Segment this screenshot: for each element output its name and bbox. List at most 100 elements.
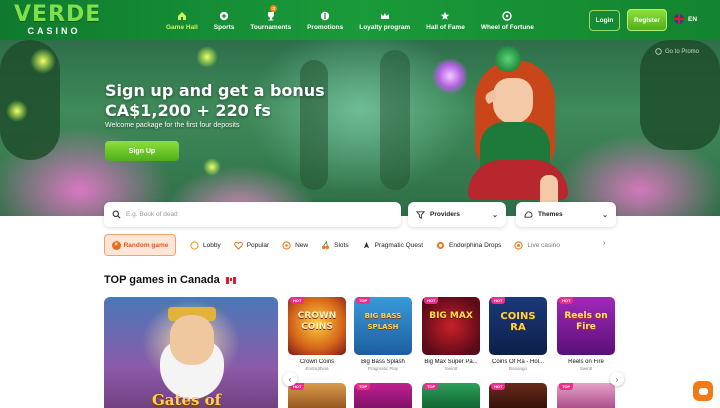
hot-badge: HOT	[559, 297, 574, 304]
nav-label: Wheel of Fortune	[480, 24, 534, 31]
featured-game-title: Gates of	[152, 391, 222, 408]
carousel-prev-button[interactable]: ‹	[283, 372, 297, 386]
game-thumbnail: TOP BIG BASS SPLASH	[354, 297, 412, 355]
category-popular[interactable]: Popular	[233, 241, 270, 250]
sign-up-button[interactable]: Sign Up	[105, 141, 179, 161]
logo-subtitle: CASINO	[27, 26, 81, 36]
gift-icon	[320, 11, 330, 21]
lantern-glow	[30, 48, 56, 74]
game-name: Big Max Super Pa...	[424, 359, 478, 365]
category-lobby[interactable]: Lobby	[190, 240, 221, 250]
game-tile[interactable]: HOT COINS RA Coins Of Ra - Hol... Booong…	[489, 297, 547, 371]
game-tile[interactable]: HOT BIG MAX Big Max Super Pa... Swintt	[422, 297, 480, 371]
category-endorphina-drops[interactable]: Endorphina Drops	[436, 241, 501, 250]
nav-label: Tournaments	[250, 24, 292, 31]
hero-banner: Sign up and get a bonus CA$1,200 + 220 f…	[0, 40, 720, 216]
rocket-icon	[363, 241, 369, 248]
chat-support-button[interactable]	[693, 381, 713, 401]
cherry-icon	[322, 240, 330, 249]
featured-game-card[interactable]: Gates of	[104, 297, 278, 408]
game-provider: Swintt	[579, 366, 593, 371]
category-label: New	[295, 241, 309, 249]
soccer-ball-icon	[219, 11, 229, 21]
nav-item-sports[interactable]: Sports	[206, 6, 243, 36]
game-tile[interactable]: TOP BIG BASS SPLASH Big Bass Splash Prag…	[354, 297, 412, 371]
category-label: Popular	[246, 241, 270, 249]
magic-orb	[432, 58, 468, 94]
nav-item-tournaments[interactable]: 3 Tournaments	[242, 5, 299, 36]
hero-title-line-1: Sign up and get a bonus	[105, 81, 325, 100]
category-slots[interactable]: Slots	[321, 240, 349, 250]
category-live-casino[interactable]: Live casino	[514, 240, 560, 250]
elf-ornament	[495, 46, 521, 72]
game-tile[interactable]: HOT Reels on Fire Reels on Fire Swintt	[557, 297, 615, 371]
game-art-text: COINS RA	[500, 311, 536, 333]
chat-icon	[698, 387, 708, 395]
info-icon	[655, 48, 662, 55]
page: VERDE CASINO Game Hall Sports 3 Tourname…	[0, 0, 720, 408]
category-pragmatic-quest[interactable]: Pragmatic Quest	[362, 241, 423, 250]
logo[interactable]: VERDE CASINO	[14, 2, 102, 38]
search-input[interactable]	[126, 211, 386, 218]
game-tile[interactable]: TOP	[557, 383, 615, 408]
login-button[interactable]: Login	[589, 10, 620, 31]
game-tile[interactable]: HOT	[489, 383, 547, 408]
search-icon	[112, 210, 121, 219]
hot-badge: HOT	[491, 297, 506, 304]
lantern-glow	[196, 46, 218, 68]
game-provider: Booongo	[508, 366, 528, 371]
top-badge: TOP	[559, 383, 574, 390]
hot-badge: HOT	[424, 297, 439, 304]
lantern-glow	[203, 158, 221, 176]
providers-label: Providers	[430, 211, 460, 218]
themes-label: Themes	[538, 211, 563, 218]
tree-decoration	[300, 60, 328, 190]
nav-label: Loyalty program	[359, 24, 411, 31]
game-tile[interactable]: HOT CROWN COINS Crown Coins Endorphina	[288, 297, 346, 371]
category-label: Endorphina Drops	[449, 241, 502, 249]
zeus-face	[170, 315, 214, 365]
nav-item-hall-of-fame[interactable]: Hall of Fame	[418, 6, 473, 36]
hero-title: Sign up and get a bonus CA$1,200 + 220 f…	[105, 81, 325, 121]
category-label: Pragmatic Quest	[374, 241, 424, 249]
nav-item-wheel-of-fortune[interactable]: Wheel of Fortune	[473, 6, 542, 36]
random-game-button[interactable]: × Random game	[104, 234, 176, 256]
palette-icon	[524, 211, 533, 218]
chevron-right-icon[interactable]: ›	[603, 240, 605, 247]
promo-link-label: Go to Promo	[665, 48, 700, 55]
game-name: Coins Of Ra - Hol...	[491, 359, 544, 365]
top-badge: TOP	[356, 297, 371, 304]
carousel-next-button[interactable]: ›	[610, 372, 624, 386]
providers-dropdown[interactable]: Providers ⌄	[408, 202, 506, 227]
hot-badge: HOT	[491, 383, 506, 390]
hot-badge: HOT	[290, 297, 305, 304]
section-title-text: TOP games in Canada	[104, 274, 220, 286]
game-thumbnail: HOT CROWN COINS	[288, 297, 346, 355]
language-selector[interactable]: EN	[674, 14, 697, 24]
nav-item-promotions[interactable]: Promotions	[299, 6, 351, 36]
nav-item-loyalty[interactable]: Loyalty program	[351, 6, 418, 36]
search-bar	[104, 202, 401, 227]
game-art-text: BIG BASS SPLASH	[364, 312, 402, 331]
game-tile[interactable]: TOP	[422, 383, 480, 408]
chevron-down-icon: ⌄	[602, 211, 608, 219]
logo-wordmark: VERDE	[14, 2, 102, 27]
game-tile[interactable]: TOP	[354, 383, 412, 408]
game-thumbnail: HOT COINS RA	[489, 297, 547, 355]
register-button[interactable]: Register	[627, 9, 667, 31]
dice-icon: ×	[111, 240, 121, 250]
wheel-icon	[502, 11, 513, 21]
go-to-promo-link[interactable]: Go to Promo	[655, 48, 699, 55]
trophy-icon	[267, 12, 274, 21]
game-art-text: BIG MAX	[429, 311, 473, 321]
themes-dropdown[interactable]: Themes ⌄	[516, 202, 616, 227]
nav-label: Hall of Fame	[426, 24, 465, 31]
hero-title-line-2: CA$1,200 + 220 fs	[105, 101, 271, 120]
category-new[interactable]: New	[282, 240, 309, 250]
nav-item-game-hall[interactable]: Game Hall	[158, 6, 206, 36]
category-label: Live casino	[527, 241, 560, 249]
game-tile[interactable]: HOT	[288, 383, 346, 408]
game-name: Reels on Fire	[568, 359, 604, 365]
chevron-down-icon: ⌄	[492, 211, 498, 219]
game-thumbnail: HOT BIG MAX	[422, 297, 480, 355]
